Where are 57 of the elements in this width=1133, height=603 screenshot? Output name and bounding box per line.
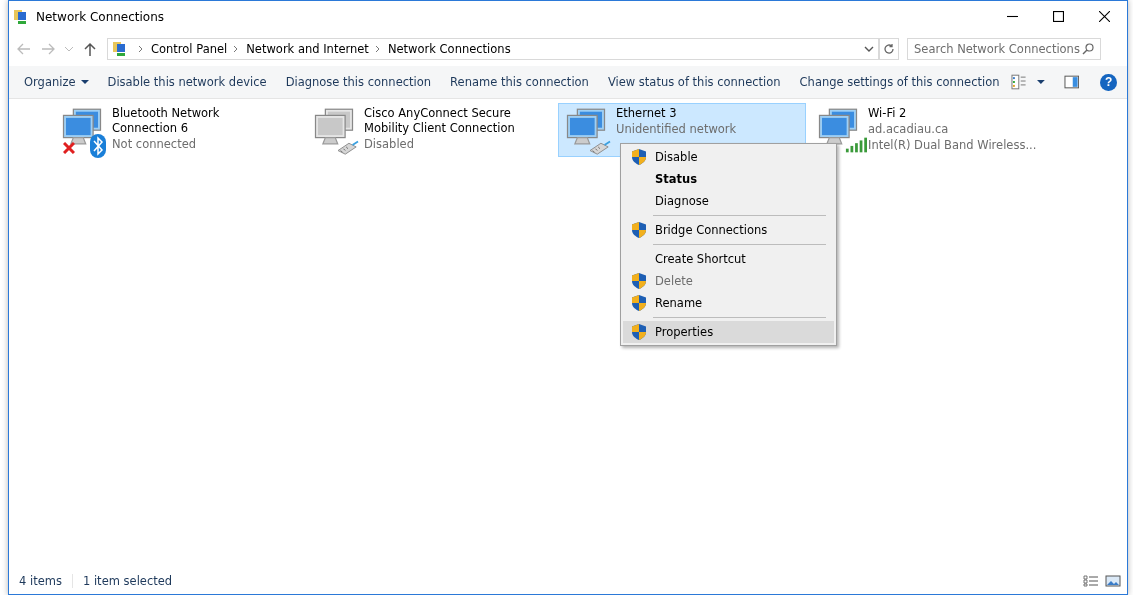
breadcrumb-link[interactable]: Network Connections	[387, 42, 511, 56]
toolbar-button[interactable]: Change settings of this connection	[790, 71, 1009, 93]
address-bar[interactable]: Control Panel Network and Internet Network Connections	[107, 38, 879, 60]
connection-name: Wi-Fi 2	[868, 106, 908, 121]
window-title: Network Connections	[36, 9, 165, 24]
breadcrumb-link[interactable]: Network and Internet	[246, 42, 369, 56]
connection-status: Disabled	[364, 136, 415, 152]
network-folder-icon	[13, 8, 29, 25]
breadcrumb-link[interactable]: Control Panel	[151, 42, 228, 56]
up-arrow-icon[interactable]	[83, 42, 97, 56]
toolbar-button[interactable]: Diagnose this connection	[276, 71, 441, 93]
connection-name: Ethernet 3	[616, 106, 678, 121]
details-view-icon[interactable]	[1083, 575, 1099, 587]
toolbar-button[interactable]: Rename this connection	[441, 71, 598, 93]
caret-icon	[80, 80, 89, 84]
forward-arrow-icon[interactable]	[41, 42, 55, 56]
maximize-icon	[1052, 11, 1064, 22]
close-icon	[1098, 11, 1110, 22]
error-cross-icon	[63, 142, 75, 154]
menu-item[interactable]: Diagnose	[623, 190, 834, 212]
menu-item[interactable]: Properties	[623, 321, 834, 343]
connection-name: Cisco AnyConnect Secure Mobility Client Connection	[364, 106, 516, 136]
chevron-right-icon	[374, 45, 380, 53]
menu-item[interactable]: Bridge Connections	[623, 219, 834, 241]
network-folder-icon	[112, 41, 128, 57]
shield-icon	[632, 324, 646, 340]
menu-item[interactable]: Rename	[623, 292, 834, 314]
item-count: 4 items	[19, 574, 63, 588]
toolbar-button[interactable]: View status of this connection	[598, 71, 790, 93]
connection-status: ad.acadiau.ca	[868, 121, 950, 137]
toolbar-button[interactable]: Disable this network device	[98, 71, 276, 93]
search-icon	[1082, 43, 1094, 55]
help-button[interactable]: ?	[1100, 73, 1117, 91]
connection-status: Intel(R) Dual Band Wireless...	[868, 137, 1038, 153]
preview-pane-icon[interactable]	[1063, 74, 1080, 90]
connection-status: Not connected	[112, 136, 198, 152]
shield-icon	[632, 222, 646, 238]
connection-status: Unidentified network	[616, 121, 738, 137]
chevron-down-icon[interactable]	[864, 46, 874, 52]
connection-item[interactable]: Bluetooth Network Connection 6 Not connected	[54, 103, 302, 157]
chevron-right-icon	[138, 45, 143, 53]
back-arrow-icon[interactable]	[17, 42, 31, 56]
shield-icon	[632, 273, 646, 289]
selection-count: 1 item selected	[71, 574, 183, 588]
caret-icon[interactable]	[1037, 80, 1045, 84]
toolbar-button[interactable]: Organize	[15, 71, 98, 93]
chevron-right-icon	[233, 45, 239, 53]
menu-item[interactable]: Create Shortcut	[623, 248, 834, 270]
refresh-button[interactable]	[879, 38, 899, 60]
shield-icon	[632, 295, 646, 311]
refresh-icon	[883, 43, 895, 55]
search-field[interactable]: Search Network Connections	[907, 38, 1101, 60]
connection-name: Bluetooth Network Connection 6	[112, 106, 221, 136]
change-view-icon[interactable]	[1010, 74, 1027, 90]
large-icons-view-icon[interactable]	[1105, 575, 1121, 587]
menu-item[interactable]: Status	[623, 168, 834, 190]
shield-icon	[632, 149, 646, 165]
